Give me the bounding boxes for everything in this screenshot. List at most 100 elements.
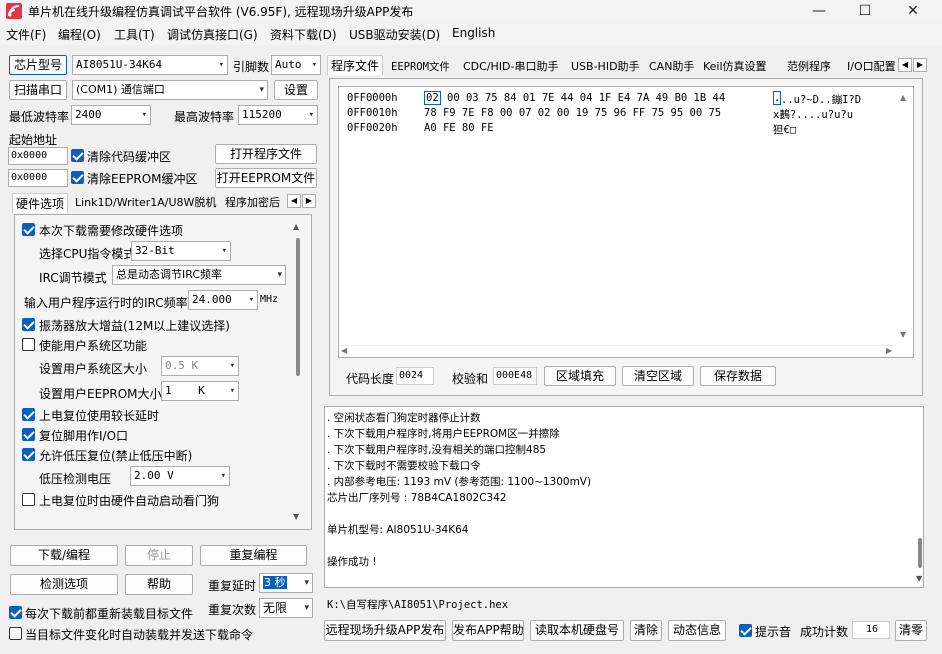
save-data-button[interactable]: 保存数据 bbox=[700, 366, 776, 386]
max-baud-label: 最高波特率 bbox=[174, 110, 235, 124]
port-settings-button[interactable]: 设置 bbox=[274, 80, 318, 100]
port-select[interactable]: (COM1) 通信端口 ▾ bbox=[72, 80, 268, 100]
log-line: 芯片出厂序列号 : 78B4CA1802C342 bbox=[327, 492, 507, 504]
tab-hardware-options[interactable]: 硬件选项 bbox=[12, 193, 69, 213]
scan-port-button[interactable]: 扫描串口 bbox=[9, 80, 67, 100]
menu-program[interactable]: 编程(O) bbox=[58, 26, 101, 43]
eeprom-size-select[interactable]: 1 K ▾ bbox=[161, 381, 239, 401]
hex-selected-byte[interactable]: 02 bbox=[424, 91, 441, 105]
chevron-down-icon: ▾ bbox=[229, 361, 235, 371]
close-button[interactable]: ✕ bbox=[890, 0, 936, 22]
hex-row-bytes[interactable]: A0 FE 80 FE bbox=[424, 122, 494, 134]
modify-hw-options-checkbox[interactable] bbox=[22, 223, 35, 236]
lvd-voltage-select[interactable]: 2.00 V ▾ bbox=[130, 466, 230, 486]
clear-area-button[interactable]: 清空区域 bbox=[622, 366, 694, 386]
auto-wdt-checkbox[interactable] bbox=[22, 493, 35, 506]
eeprom-start-address-input[interactable]: 0x0000 bbox=[8, 169, 68, 187]
options-scrollbar[interactable] bbox=[296, 238, 300, 376]
irc-frequency-select[interactable]: 24.000 ▾ bbox=[188, 290, 258, 310]
clear-eeprom-buffer-checkbox[interactable] bbox=[71, 171, 84, 184]
tab-keil-sim[interactable]: Keil仿真设置 bbox=[700, 57, 770, 77]
open-eeprom-file-button[interactable]: 打开EEPROM文件 bbox=[215, 168, 317, 188]
tab-scroll-right-icon[interactable]: ▶ bbox=[302, 194, 316, 208]
beep-checkbox[interactable] bbox=[739, 624, 752, 637]
sys-area-checkbox[interactable] bbox=[22, 338, 35, 351]
tab-eeprom-file[interactable]: EEPROM文件 bbox=[388, 57, 453, 77]
tab-examples[interactable]: 范例程序 bbox=[784, 57, 834, 77]
menu-downloads[interactable]: 资料下载(D) bbox=[270, 26, 337, 43]
pin-count-select[interactable]: Auto ▾ bbox=[271, 55, 321, 75]
detect-options-button[interactable]: 检测选项 bbox=[10, 574, 118, 595]
chevron-down-icon: ▾ bbox=[218, 60, 224, 70]
menu-usb-driver[interactable]: USB驱动安装(D) bbox=[349, 26, 440, 43]
hex-row-bytes[interactable]: 78 F9 7E F8 00 07 02 00 19 75 96 FF 75 9… bbox=[424, 107, 721, 119]
menu-tools[interactable]: 工具(T) bbox=[114, 26, 155, 43]
tab-scroll-left-icon[interactable]: ◀ bbox=[898, 58, 912, 72]
repeat-delay-select[interactable]: 3 秒 ▾ bbox=[259, 573, 313, 593]
scroll-down-icon[interactable]: ▼ bbox=[900, 330, 906, 339]
log-scrollbar[interactable] bbox=[918, 538, 922, 568]
repeat-program-button[interactable]: 重复编程 bbox=[200, 545, 307, 566]
scroll-up-icon[interactable]: ▲ bbox=[900, 93, 906, 102]
chevron-down-icon: ▾ bbox=[304, 603, 309, 613]
clear-code-buffer-checkbox[interactable] bbox=[71, 149, 84, 162]
scroll-left-icon[interactable]: ◀ bbox=[341, 346, 347, 355]
stop-button[interactable]: 停止 bbox=[125, 545, 193, 566]
repeat-count-select[interactable]: 无限 ▾ bbox=[259, 598, 313, 618]
tab-usb-hid[interactable]: USB-HID助手 bbox=[568, 57, 643, 77]
scroll-down-icon[interactable]: ▼ bbox=[293, 512, 299, 521]
scroll-down-icon[interactable]: ▼ bbox=[916, 574, 922, 583]
hex-row-bytes[interactable]: 00 03 75 84 01 7E 44 04 1F E4 7A 49 B0 1… bbox=[447, 92, 725, 104]
tab-scroll-left-icon[interactable]: ◀ bbox=[287, 194, 301, 208]
hex-horizontal-scrollbar[interactable] bbox=[340, 345, 896, 356]
auto-wdt-label: 上电复位时由硬件自动启动看门狗 bbox=[39, 494, 220, 508]
reset-pin-io-checkbox[interactable] bbox=[22, 428, 35, 441]
menu-english[interactable]: English bbox=[452, 26, 495, 40]
tab-encryption[interactable]: 程序加密后 bbox=[222, 193, 283, 213]
eeprom-size-value: 1 K bbox=[165, 384, 205, 397]
reset-count-button[interactable]: 清零 bbox=[895, 620, 927, 641]
cpu-mode-select[interactable]: 32-Bit ▾ bbox=[131, 241, 231, 261]
long-reset-delay-label: 上电复位使用较长延时 bbox=[39, 409, 160, 423]
min-baud-select[interactable]: 2400 ▾ bbox=[71, 105, 151, 125]
log-line: 单片机型号: AI8051U-34K64 bbox=[327, 524, 469, 536]
tab-cdc-hid-serial[interactable]: CDC/HID-串口助手 bbox=[460, 57, 562, 77]
auto-load-on-change-checkbox[interactable] bbox=[9, 627, 22, 640]
chip-model-select[interactable]: AI8051U-34K64 ▾ bbox=[72, 55, 228, 75]
scroll-right-icon[interactable]: ▶ bbox=[886, 346, 892, 355]
area-fill-button[interactable]: 区域填充 bbox=[544, 366, 616, 386]
help-button[interactable]: 帮助 bbox=[125, 574, 193, 595]
menu-file[interactable]: 文件(F) bbox=[6, 26, 46, 43]
download-program-button[interactable]: 下载/编程 bbox=[10, 545, 118, 566]
chip-model-button[interactable]: 芯片型号 bbox=[9, 55, 67, 75]
irc-mode-select[interactable]: 总是动态调节IRC频率 ▾ bbox=[112, 265, 286, 285]
remote-upgrade-publish-button[interactable]: 远程现场升级APP发布 bbox=[324, 620, 446, 641]
minimize-button[interactable]: — bbox=[796, 0, 842, 22]
code-start-address-input[interactable]: 0x0000 bbox=[8, 147, 68, 165]
tab-can[interactable]: CAN助手 bbox=[646, 57, 697, 77]
tab-offline-programmer[interactable]: Link1D/Writer1A/U8W脱机 bbox=[72, 193, 219, 213]
tab-program-file[interactable]: 程序文件 bbox=[327, 55, 384, 75]
osc-gain-checkbox[interactable] bbox=[22, 318, 35, 331]
long-reset-delay-checkbox[interactable] bbox=[22, 408, 35, 421]
maximize-button[interactable]: ☐ bbox=[842, 0, 888, 22]
window-title: 单片机在线升级编程仿真调试平台软件 (V6.95F), 远程现场升级APP发布 bbox=[28, 5, 414, 19]
publish-app-help-button[interactable]: 发布APP帮助 bbox=[452, 620, 524, 641]
clear-log-button[interactable]: 清除 bbox=[630, 620, 662, 641]
dynamic-info-button[interactable]: 动态信息 bbox=[668, 620, 726, 641]
file-path: K:\自写程序\AI8051\Project.hex bbox=[327, 599, 509, 611]
scroll-up-icon[interactable]: ▲ bbox=[293, 222, 299, 231]
irc-mode-label: IRC调节模式 bbox=[39, 271, 107, 285]
sys-area-size-select[interactable]: 0.5 K ▾ bbox=[161, 356, 239, 376]
reload-before-download-checkbox[interactable] bbox=[9, 606, 22, 619]
read-disk-id-button[interactable]: 读取本机硬盘号 bbox=[530, 620, 624, 641]
low-voltage-reset-checkbox[interactable] bbox=[22, 448, 35, 461]
modify-hw-options-label: 本次下载需要修改硬件选项 bbox=[39, 224, 184, 238]
max-baud-select[interactable]: 115200 ▾ bbox=[238, 105, 318, 125]
chip-model-value: AI8051U-34K64 bbox=[76, 58, 163, 71]
hex-row-ascii: x鶈?....u?u?u bbox=[773, 109, 854, 121]
tab-scroll-right-icon[interactable]: ▶ bbox=[913, 58, 927, 72]
open-program-file-button[interactable]: 打开程序文件 bbox=[215, 144, 317, 164]
tab-io-config[interactable]: I/O口配置 bbox=[844, 57, 898, 77]
menu-debug[interactable]: 调试仿真接口(G) bbox=[167, 26, 258, 43]
